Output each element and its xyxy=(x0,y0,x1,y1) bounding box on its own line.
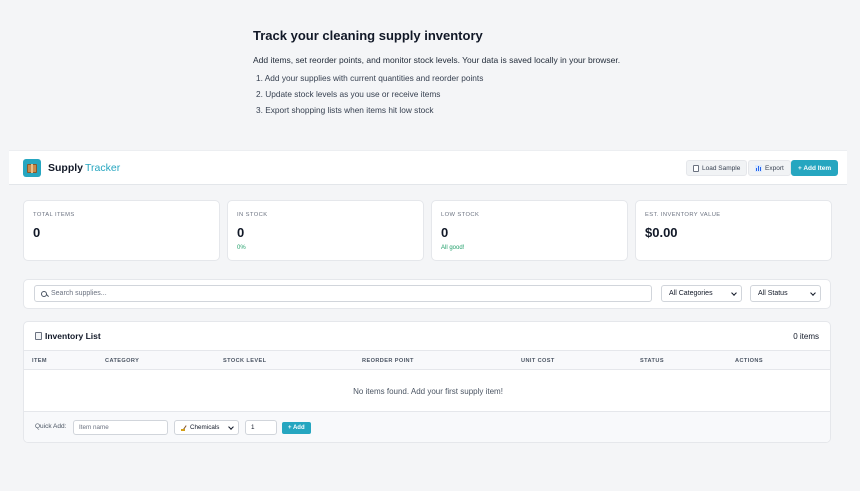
brand-accent: Tracker xyxy=(85,162,121,174)
inventory-count: 0 items xyxy=(793,332,819,341)
search-icon xyxy=(41,290,47,297)
column-header-reorder-point: REORDER POINT xyxy=(362,358,414,364)
stat-sub: 0% xyxy=(237,245,246,251)
broom-icon xyxy=(181,425,187,431)
column-header-item: ITEM xyxy=(32,358,47,364)
load-sample-button[interactable]: Load Sample xyxy=(686,160,748,176)
filter-bar: Search supplies... All Categories All St… xyxy=(23,279,831,309)
stat-label: EST. INVENTORY VALUE xyxy=(645,212,721,218)
ledger-icon xyxy=(35,332,42,340)
quick-add-category-select[interactable]: Chemicals xyxy=(174,420,239,435)
brand-primary: Supply xyxy=(48,162,84,174)
bar-chart-icon xyxy=(755,164,762,172)
search-placeholder: Search supplies... xyxy=(51,290,107,297)
stat-label: LOW STOCK xyxy=(441,212,480,218)
intro-title: Track your cleaning supply inventory xyxy=(253,28,483,43)
inventory-panel: Inventory List 0 items ITEM CATEGORY STO… xyxy=(23,321,831,443)
chevron-down-icon xyxy=(228,423,234,430)
column-header-stock-level: STOCK LEVEL xyxy=(223,358,267,364)
column-header-unit-cost: UNIT COST xyxy=(521,358,555,364)
quick-add-name-input[interactable]: Item name xyxy=(73,420,168,435)
column-header-status: STATUS xyxy=(640,358,664,364)
quick-add-bar: Quick Add: Item name Chemicals 1 + Add xyxy=(24,411,830,442)
intro-description: Add items, set reorder points, and monit… xyxy=(253,55,621,65)
intro-step: 2. Update stock levels as you use or rec… xyxy=(256,89,441,99)
stat-value: 0 xyxy=(441,225,449,240)
stat-card-total-items: TOTAL ITEMS 0 xyxy=(23,200,220,261)
category-filter-select[interactable]: All Categories xyxy=(661,285,742,302)
quick-add-label: Quick Add: xyxy=(35,423,67,430)
column-header-category: CATEGORY xyxy=(105,358,140,364)
stat-value: $0.00 xyxy=(645,225,678,240)
intro-step: 1. Add your supplies with current quanti… xyxy=(256,73,484,83)
chevron-down-icon xyxy=(810,289,816,296)
stat-sub: All good! xyxy=(441,245,465,251)
stat-card-inventory-value: EST. INVENTORY VALUE $0.00 xyxy=(635,200,832,261)
stat-card-in-stock: IN STOCK 0 0% xyxy=(227,200,424,261)
column-header-actions: ACTIONS xyxy=(735,358,763,364)
status-filter-select[interactable]: All Status xyxy=(750,285,821,302)
add-item-button[interactable]: + Add Item xyxy=(791,160,839,176)
intro-section: Track your cleaning supply inventory Add… xyxy=(253,28,673,121)
inventory-title: Inventory List xyxy=(35,331,101,341)
quick-add-button[interactable]: + Add xyxy=(282,422,311,434)
chevron-down-icon xyxy=(731,289,737,296)
search-input[interactable]: Search supplies... xyxy=(34,285,652,302)
table-header: ITEM CATEGORY STOCK LEVEL REORDER POINT … xyxy=(24,350,830,370)
export-button[interactable]: Export xyxy=(748,160,791,176)
clipboard-icon xyxy=(693,164,699,172)
stat-value: 0 xyxy=(237,225,245,240)
stat-label: TOTAL ITEMS xyxy=(33,212,75,218)
quick-add-quantity-input[interactable]: 1 xyxy=(245,420,277,435)
intro-steps: 1. Add your supplies with current quanti… xyxy=(253,73,673,115)
intro-step: 3. Export shopping lists when items hit … xyxy=(256,105,434,115)
empty-state-message: No items found. Add your first supply it… xyxy=(353,387,503,396)
app-header: Supply Tracker Load Sample Export + Add I… xyxy=(9,150,847,185)
stat-card-low-stock: LOW STOCK 0 All good! xyxy=(431,200,628,261)
package-icon xyxy=(23,159,41,177)
stat-label: IN STOCK xyxy=(237,212,268,218)
stat-value: 0 xyxy=(33,225,41,240)
brand-title: Supply Tracker xyxy=(48,162,120,174)
